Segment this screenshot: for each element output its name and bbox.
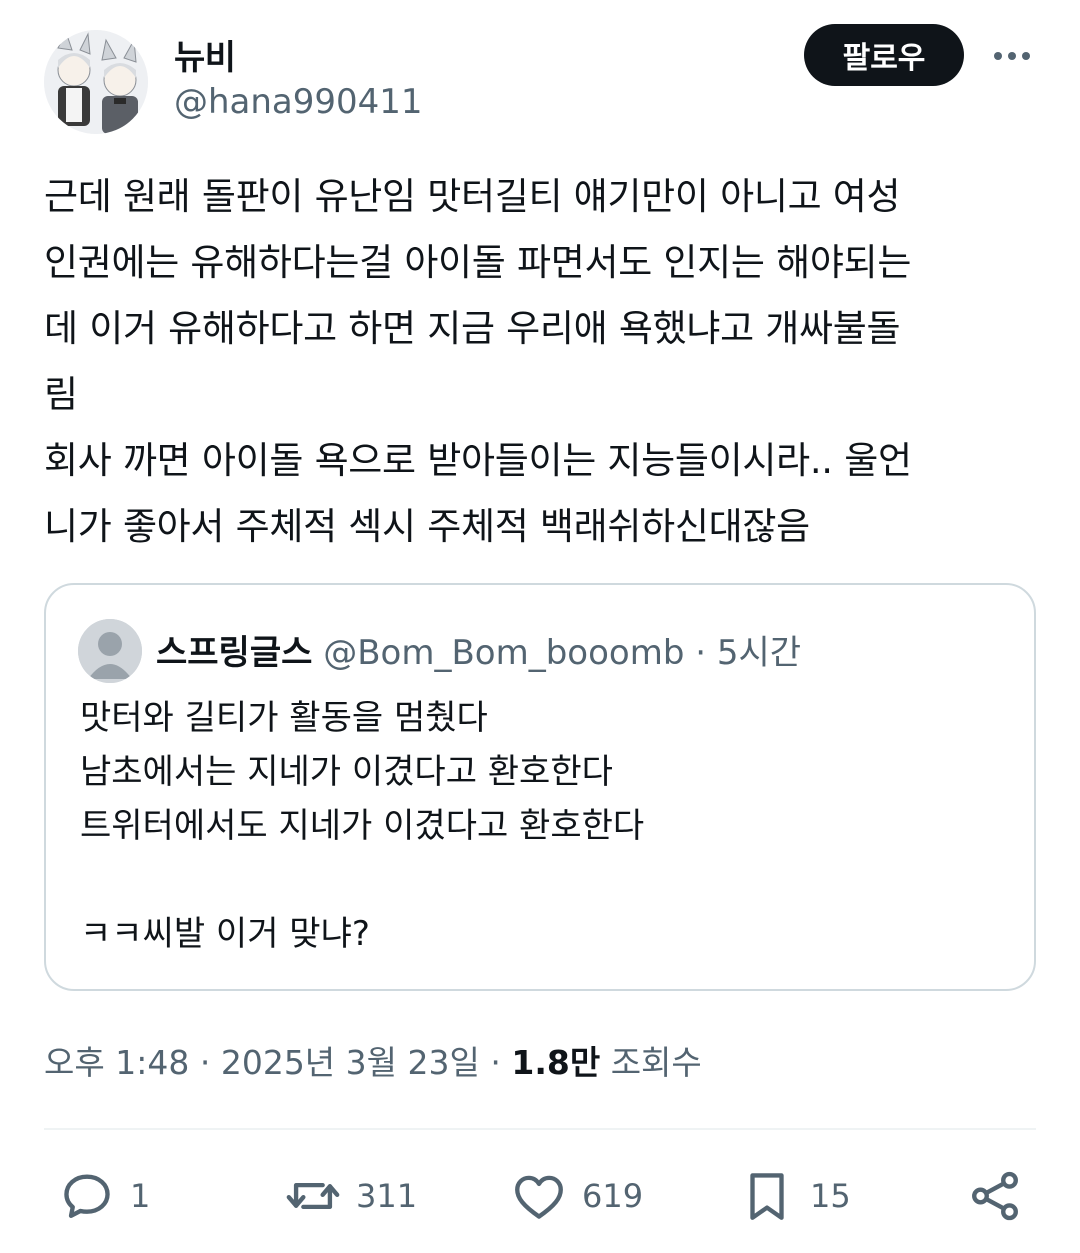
divider xyxy=(44,1128,1036,1130)
more-dot xyxy=(994,52,1002,60)
author-handle[interactable]: @hana990411 xyxy=(174,82,423,122)
retweet-button[interactable]: 311 xyxy=(284,1160,417,1232)
meta-separator: · xyxy=(695,633,707,673)
follow-button[interactable]: 팔로우 xyxy=(804,24,964,86)
more-dot xyxy=(1022,52,1030,60)
views-label: 조회수 xyxy=(610,1043,702,1082)
share-button[interactable] xyxy=(966,1160,1024,1232)
action-bar: 1 311 619 15 xyxy=(0,1160,1080,1232)
share-icon xyxy=(972,1171,1018,1221)
views-count: 1.8만 xyxy=(511,1043,601,1082)
author-avatar[interactable] xyxy=(44,30,148,134)
avatar-illustration-icon xyxy=(44,30,148,134)
quoted-author-avatar[interactable] xyxy=(78,619,142,683)
quoted-author-name[interactable]: 스프링글스 xyxy=(156,633,312,673)
heart-icon xyxy=(515,1175,563,1219)
reply-button[interactable]: 1 xyxy=(58,1160,150,1232)
more-icon[interactable] xyxy=(988,36,1036,76)
bookmark-button[interactable]: 15 xyxy=(738,1160,851,1232)
meta-separator: · xyxy=(199,1043,211,1082)
quoted-author-handle[interactable]: @Bom_Bom_booomb xyxy=(323,633,684,673)
quoted-tweet-meta: 스프링글스 @Bom_Bom_booomb · 5시간 xyxy=(156,625,801,674)
reply-icon xyxy=(64,1174,110,1218)
like-button[interactable]: 619 xyxy=(510,1160,643,1232)
default-avatar-icon xyxy=(78,619,142,683)
tweet-header: 뉴비 @hana990411 팔로우 xyxy=(44,24,1036,134)
tweet-time[interactable]: 오후 1:48 xyxy=(44,1043,189,1082)
retweet-icon xyxy=(286,1182,340,1210)
tweet-date[interactable]: 2025년 3월 23일 xyxy=(221,1043,480,1082)
retweet-count: 311 xyxy=(356,1177,418,1215)
quoted-tweet-text: 맛터와 길티가 활동을 멈췄다 남초에서는 지네가 이겼다고 환호한다 트위터에… xyxy=(80,698,645,954)
author-display-name[interactable]: 뉴비 xyxy=(174,30,236,79)
bookmark-count: 15 xyxy=(810,1177,851,1215)
quoted-tweet[interactable]: 스프링글스 @Bom_Bom_booomb · 5시간 맛터와 길티가 활동을 … xyxy=(44,583,1036,991)
quoted-tweet-time[interactable]: 5시간 xyxy=(717,633,801,673)
like-count: 619 xyxy=(582,1177,644,1215)
tweet-text: 근데 원래 돌판이 유난임 맛터길티 얘기만이 아니고 여성 인권에는 유해하다… xyxy=(44,175,912,548)
tweet-timestamp: 오후 1:48 · 2025년 3월 23일 · 1.8만 조회수 xyxy=(44,1036,702,1084)
more-dot xyxy=(1008,52,1016,60)
bookmark-icon xyxy=(750,1173,784,1220)
reply-count: 1 xyxy=(130,1177,151,1215)
meta-separator: · xyxy=(490,1043,501,1082)
